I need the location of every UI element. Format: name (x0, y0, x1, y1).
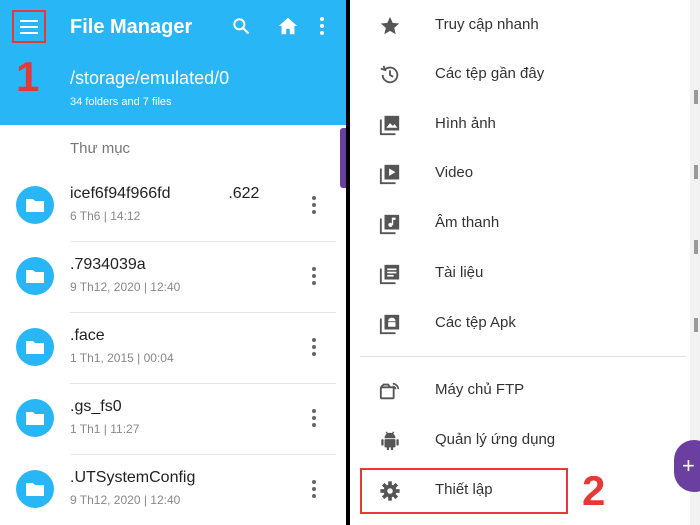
drawer-item-apk[interactable]: Các tệp Apk (350, 299, 696, 349)
drawer-item-label: Hình ảnh (435, 115, 496, 132)
file-meta: 9 Th12, 2020 | 12:40 (70, 280, 181, 294)
more-vertical-icon[interactable] (306, 477, 322, 501)
image-icon (378, 113, 402, 137)
drawer-item-label: Âm thanh (435, 214, 500, 231)
file-row[interactable]: .face 1 Th1, 2015 | 00:04 (0, 313, 346, 384)
home-icon[interactable] (276, 14, 300, 38)
edge-mark (694, 90, 698, 104)
navigation-drawer: Truy cập nhanh Các tệp gần đây Hình ảnh Vid… (350, 0, 700, 525)
drawer-item-label: Video (435, 164, 474, 181)
app-title: File Manager (70, 16, 193, 38)
drawer-item-android[interactable]: Quản lý ứng dụng (350, 416, 696, 466)
settings-highlight (360, 468, 568, 514)
step-marker-1: 1 (16, 53, 40, 100)
edge-mark (694, 240, 698, 254)
file-name: .7934039a (70, 256, 146, 273)
file-meta: 6 Th6 | 14:12 (70, 209, 141, 223)
search-icon[interactable] (229, 14, 253, 38)
file-row[interactable]: icef6f94f966fd .622 6 Th6 | 14:12 (0, 171, 346, 242)
folder-icon (16, 328, 54, 366)
android-icon (378, 429, 402, 453)
more-vertical-icon[interactable] (306, 264, 322, 288)
more-vertical-icon[interactable] (306, 335, 322, 359)
drawer-item-label: Tài liệu (435, 264, 484, 281)
more-vertical-icon[interactable] (316, 14, 328, 38)
add-fab-button[interactable]: + (674, 440, 700, 492)
drawer-item-image[interactable]: Hình ảnh (350, 100, 696, 150)
folder-icon (16, 257, 54, 295)
ftp-icon (378, 379, 402, 403)
step-marker-2: 2 (582, 467, 606, 514)
file-name: .face (70, 327, 105, 344)
file-meta: 1 Th1, 2015 | 00:04 (70, 351, 174, 365)
drawer-item-label: Truy cập nhanh (435, 16, 539, 33)
file-meta: 9 Th12, 2020 | 12:40 (70, 493, 181, 507)
file-name: .gs_fs0 (70, 398, 122, 415)
app-bar: File Manager /storage/emulated/0 34 fold… (0, 0, 346, 125)
drawer-item-video[interactable]: Video (350, 149, 696, 199)
more-vertical-icon[interactable] (306, 406, 322, 430)
drawer-item-label: Máy chủ FTP (435, 381, 525, 398)
more-vertical-icon[interactable] (306, 193, 322, 217)
drawer-item-ftp[interactable]: Máy chủ FTP (350, 366, 696, 416)
file-row[interactable]: .gs_fs0 1 Th1 | 11:27 (0, 384, 346, 455)
drawer-item-music[interactable]: Âm thanh (350, 199, 696, 249)
folder-icon (16, 399, 54, 437)
drawer-item-history[interactable]: Các tệp gần đây (350, 50, 696, 100)
menu-icon[interactable] (12, 10, 46, 43)
drawer-divider (360, 356, 686, 357)
folder-summary: 34 folders and 7 files (70, 96, 172, 108)
file-name: icef6f94f966fd .622 (70, 185, 260, 202)
apk-icon (378, 312, 402, 336)
drawer-item-document[interactable]: Tài liệu (350, 249, 696, 299)
history-icon (378, 63, 402, 87)
drawer-item-label: Quản lý ứng dụng (435, 431, 556, 448)
file-row[interactable]: .UTSystemConfig 9 Th12, 2020 | 12:40 (0, 455, 346, 525)
file-meta: 1 Th1 | 11:27 (70, 422, 140, 436)
star-icon (378, 14, 402, 38)
music-icon (378, 212, 402, 236)
file-name: .UTSystemConfig (70, 469, 196, 486)
drawer-item-star[interactable]: Truy cập nhanh (350, 1, 696, 51)
section-label: Thư mục (70, 140, 131, 157)
current-path: /storage/emulated/0 (70, 68, 230, 88)
edge-mark (694, 318, 698, 332)
folder-icon (16, 470, 54, 508)
document-icon (378, 262, 402, 286)
drawer-item-label: Các tệp gần đây (435, 65, 545, 82)
drawer-item-label: Các tệp Apk (435, 314, 516, 331)
file-row[interactable]: .7934039a 9 Th12, 2020 | 12:40 (0, 242, 346, 313)
video-icon (378, 162, 402, 186)
file-manager-screen: File Manager /storage/emulated/0 34 fold… (0, 0, 346, 525)
folder-icon (16, 186, 54, 224)
edge-mark (694, 165, 698, 179)
